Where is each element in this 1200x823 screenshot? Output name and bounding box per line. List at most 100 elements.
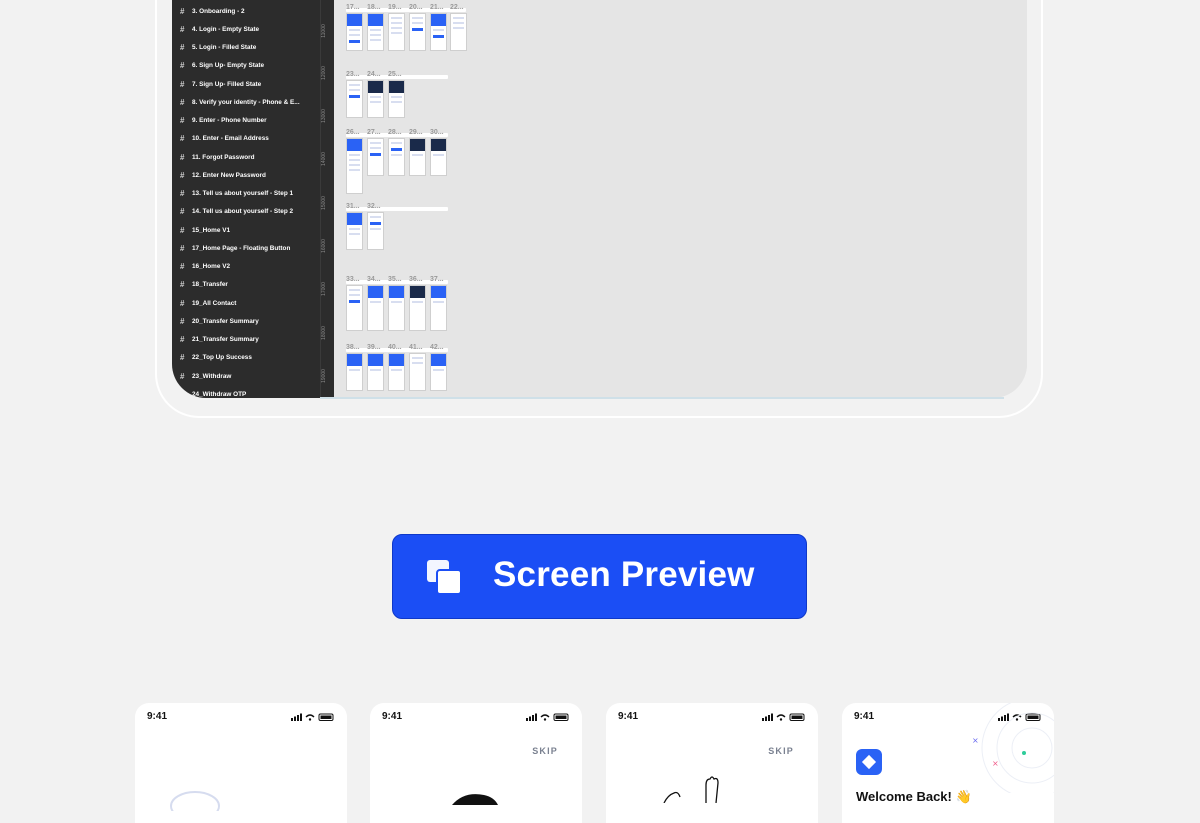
frame-thumbnail[interactable]	[367, 285, 384, 331]
frame-icon: #	[180, 97, 185, 107]
ruler-mark: 15000	[320, 196, 327, 210]
frame-icon: #	[180, 133, 185, 143]
layer-item[interactable]: #9. Enter - Phone Number	[180, 112, 267, 128]
frame-icon: #	[180, 24, 185, 34]
skip-button[interactable]: SKIP	[532, 746, 558, 756]
frame-thumbnail[interactable]	[430, 13, 447, 51]
layer-label: 21_Transfer Summary	[192, 335, 259, 343]
frame-thumbnail[interactable]	[430, 285, 447, 331]
layer-label: 24_Withdraw OTP	[192, 390, 247, 398]
frame-label: 18...	[367, 4, 381, 11]
frame-thumbnail[interactable]	[346, 13, 363, 51]
frame-icon: #	[180, 371, 185, 381]
frame-thumbnail[interactable]	[367, 80, 384, 118]
status-time: 9:41	[382, 711, 403, 722]
layer-label: 5. Login - Filled State	[192, 43, 257, 51]
layer-label: 19_All Contact	[192, 299, 237, 307]
layer-label: 12. Enter New Password	[192, 171, 266, 179]
screen-preview-button[interactable]: Screen Preview	[392, 534, 807, 619]
layer-item[interactable]: #8. Verify your identity - Phone & E...	[180, 94, 300, 110]
frame-thumbnail[interactable]	[409, 285, 426, 331]
status-time: 9:41	[854, 711, 875, 722]
layer-label: 8. Verify your identity - Phone & E...	[192, 98, 300, 106]
layer-item[interactable]: #24_Withdraw OTP	[180, 386, 247, 399]
frame-label: 24...	[367, 71, 381, 78]
diamond-icon	[861, 754, 877, 770]
layer-item[interactable]: #18_Transfer	[180, 276, 228, 292]
welcome-heading: Welcome Back! 👋	[856, 789, 972, 804]
layer-item[interactable]: #12. Enter New Password	[180, 167, 266, 183]
layer-item[interactable]: #17_Home Page - Floating Button	[180, 240, 290, 256]
layer-item[interactable]: #10. Enter - Email Address	[180, 130, 269, 146]
ruler-mark: 16000	[320, 239, 327, 253]
status-icons	[291, 713, 334, 721]
frame-label: 37...	[430, 276, 444, 283]
globe-illustration	[170, 791, 220, 811]
frame-label: 39...	[367, 344, 381, 351]
layer-item[interactable]: #13. Tell us about yourself - Step 1	[180, 185, 293, 201]
layer-item[interactable]: #6. Sign Up- Empty State	[180, 57, 264, 73]
frame-thumbnail[interactable]	[388, 138, 405, 176]
layer-label: 22_Top Up Success	[192, 353, 252, 361]
layer-item[interactable]: #16_Home V2	[180, 258, 230, 274]
skip-button[interactable]: SKIP	[768, 746, 794, 756]
decorative-rings: × ×	[972, 703, 1054, 793]
frame-thumbnail[interactable]	[346, 212, 363, 250]
vertical-ruler: 11000 12000 13000 14000 15000 16000 1700…	[320, 0, 335, 398]
frame-label: 40...	[388, 344, 402, 351]
frame-icon: #	[180, 42, 185, 52]
frame-thumbnail[interactable]	[367, 212, 384, 250]
frame-thumbnail[interactable]	[367, 138, 384, 176]
frame-thumbnail[interactable]	[346, 80, 363, 118]
frame-label: 42...	[430, 344, 444, 351]
layer-item[interactable]: #3. Onboarding - 2	[180, 3, 245, 19]
frame-thumbnail[interactable]	[346, 285, 363, 331]
frame-thumbnail[interactable]	[346, 138, 363, 194]
ruler-mark: 12000	[320, 66, 327, 80]
frame-thumbnail[interactable]	[409, 138, 426, 176]
frame-label: 32...	[367, 203, 381, 210]
layer-item[interactable]: #14. Tell us about yourself - Step 2	[180, 203, 293, 219]
layer-item[interactable]: #19_All Contact	[180, 295, 236, 311]
frame-thumbnail[interactable]	[430, 353, 447, 391]
frame-label: 21...	[430, 4, 444, 11]
screen-bottom-edge	[320, 397, 1004, 399]
layer-label: 16_Home V2	[192, 262, 231, 270]
layer-item[interactable]: #22_Top Up Success	[180, 349, 252, 365]
layers-panel: #3. Onboarding - 2 #4. Login - Empty Sta…	[172, 0, 320, 398]
frame-thumbnail[interactable]	[367, 13, 384, 51]
svg-text:×: ×	[972, 736, 979, 745]
layer-item[interactable]: #5. Login - Filled State	[180, 39, 256, 55]
frame-icon: #	[180, 79, 185, 89]
frame-thumbnail[interactable]	[367, 353, 384, 391]
layer-item[interactable]: #23_Withdraw	[180, 368, 231, 384]
frame-icon: #	[180, 188, 185, 198]
layer-item[interactable]: #15_Home V1	[180, 222, 230, 238]
frame-thumbnail[interactable]	[450, 13, 467, 51]
frame-label: 20...	[409, 4, 423, 11]
frame-thumbnail[interactable]	[388, 13, 405, 51]
design-tool-screen: #3. Onboarding - 2 #4. Login - Empty Sta…	[172, 0, 1027, 398]
layer-item[interactable]: #7. Sign Up- Filled State	[180, 76, 261, 92]
layer-label: 11. Forgot Password	[192, 153, 255, 161]
frame-thumbnail[interactable]	[388, 285, 405, 331]
layer-item[interactable]: #20_Transfer Summary	[180, 313, 259, 329]
frame-label: 28...	[388, 129, 402, 136]
copy-icon	[427, 560, 462, 595]
frame-thumbnail[interactable]	[430, 138, 447, 176]
layer-item[interactable]: #21_Transfer Summary	[180, 331, 259, 347]
frame-icon: #	[180, 115, 185, 125]
frame-thumbnail[interactable]	[409, 353, 426, 391]
frame-thumbnail[interactable]	[388, 353, 405, 391]
design-canvas[interactable]: 17... 18... 19... 20... 21... 22... 23..…	[334, 0, 1027, 398]
frame-label: 27...	[367, 129, 381, 136]
frame-thumbnail[interactable]	[388, 80, 405, 118]
frame-icon: #	[180, 279, 185, 289]
frame-thumbnail[interactable]	[409, 13, 426, 51]
ruler-mark: 17000	[320, 282, 327, 296]
layer-item[interactable]: #4. Login - Empty State	[180, 21, 259, 37]
frame-icon: #	[180, 316, 185, 326]
frame-thumbnail[interactable]	[346, 353, 363, 391]
layer-label: 15_Home V1	[192, 226, 231, 234]
layer-item[interactable]: #11. Forgot Password	[180, 149, 255, 165]
